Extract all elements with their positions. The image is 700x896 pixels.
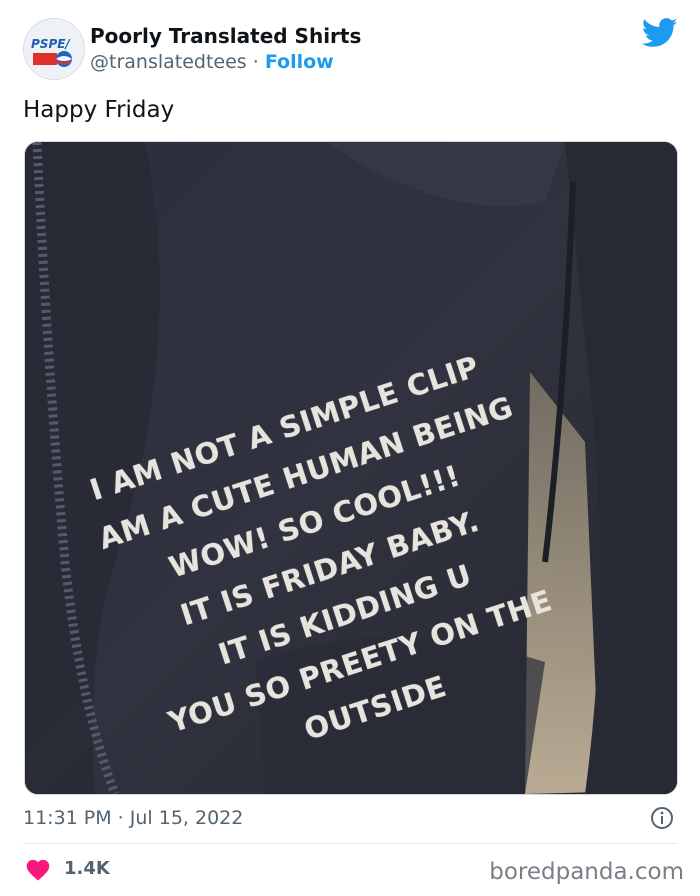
heart-icon[interactable] xyxy=(25,857,51,881)
author-handle-row: @translatedtees · Follow xyxy=(90,49,361,75)
handle-separator: · xyxy=(252,51,259,73)
footer-divider xyxy=(23,843,677,844)
tweet-photo[interactable]: I AM NOT A SIMPLE CLIP AM A CUTE HUMAN B… xyxy=(24,141,678,795)
info-icon[interactable] xyxy=(650,806,674,830)
avatar[interactable]: PSPE/ xyxy=(23,18,85,80)
tweet-text: Happy Friday xyxy=(23,97,175,123)
twitter-bird-icon[interactable] xyxy=(641,18,678,48)
follow-link[interactable]: Follow xyxy=(265,51,334,73)
author-block: Poorly Translated Shirts @translatedtees… xyxy=(90,23,361,75)
watermark: boredpanda.com xyxy=(489,859,684,885)
like-count[interactable]: 1.4K xyxy=(64,856,110,882)
tweet-embed-card: PSPE/ Poorly Translated Shirts @translat… xyxy=(0,0,700,896)
avatar-logo-icon: PSPE/ xyxy=(24,19,84,79)
author-display-name[interactable]: Poorly Translated Shirts xyxy=(90,23,361,49)
svg-text:PSPE/: PSPE/ xyxy=(31,37,71,51)
tweet-timestamp[interactable]: 11:31 PM · Jul 15, 2022 xyxy=(23,805,243,831)
author-handle[interactable]: @translatedtees xyxy=(90,51,247,73)
